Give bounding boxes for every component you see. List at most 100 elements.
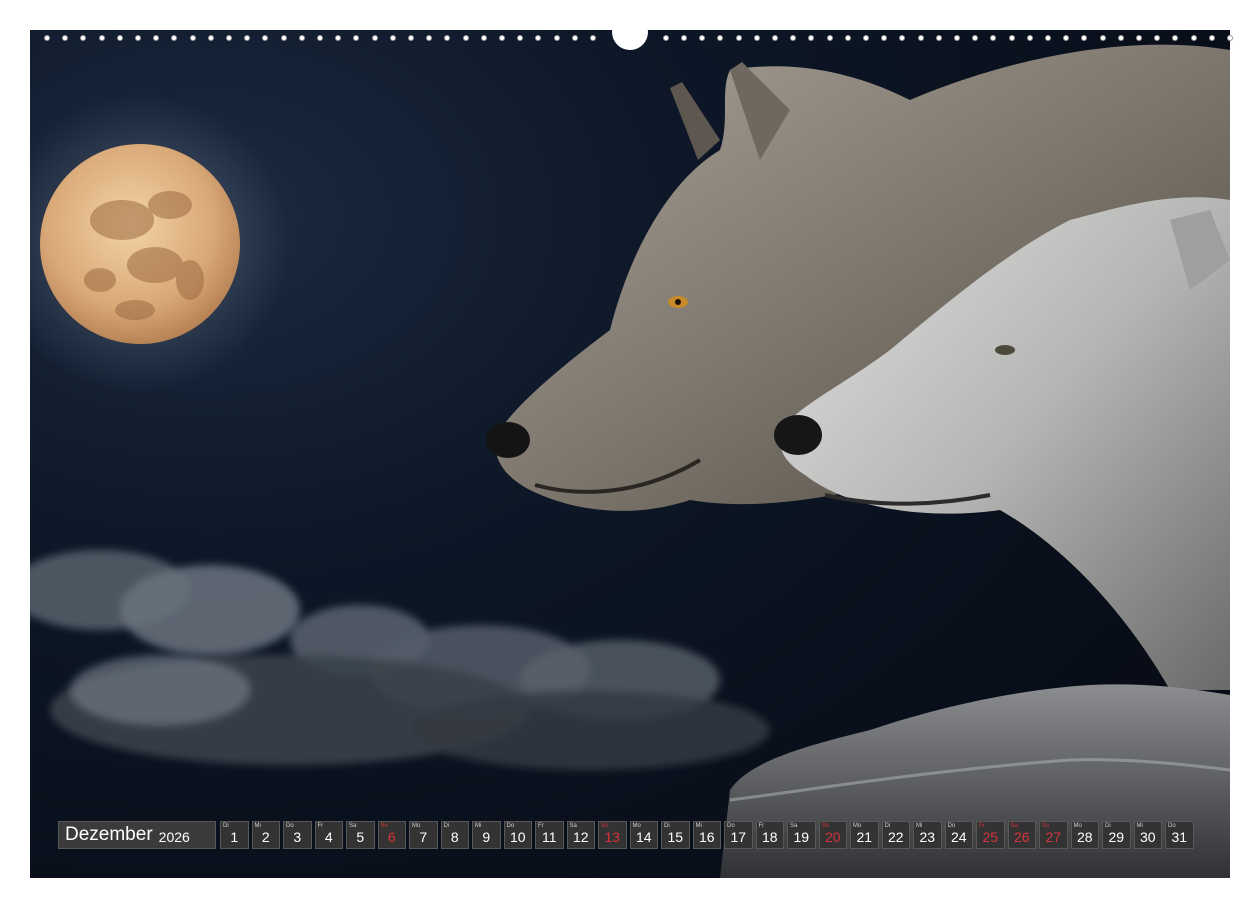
day-number: 10: [509, 829, 526, 845]
day-number: 26: [1013, 829, 1030, 845]
day-cell: So 6: [377, 821, 406, 849]
binding-hole: [1008, 35, 1015, 41]
day-number: 12: [572, 829, 589, 845]
binding-hole: [662, 35, 669, 41]
binding-hole: [62, 35, 69, 41]
day-cell: Mo 7: [409, 821, 438, 849]
binding-hole: [171, 35, 178, 41]
day-cell: Mi 2: [251, 821, 280, 849]
binding-hole: [535, 35, 542, 41]
binding-hole: [1190, 35, 1197, 41]
day-cell: Di 1: [220, 821, 249, 849]
binding-hole: [499, 35, 505, 41]
day-number: 30: [1139, 829, 1156, 845]
day-cell: Fr 4: [314, 821, 343, 849]
day-number: 17: [730, 829, 747, 845]
binding-hole: [426, 35, 433, 41]
binding-hole: [699, 35, 706, 41]
binding-hole: [444, 35, 451, 41]
day-cell: Mo 28: [1070, 821, 1099, 849]
binding-hole: [1099, 35, 1106, 41]
day-cell: Di 8: [440, 821, 469, 849]
binding-hole: [353, 35, 360, 41]
day-number: 27: [1045, 829, 1062, 845]
binding-hole: [1227, 35, 1233, 41]
day-cell: Fr 25: [976, 821, 1005, 849]
binding-hole: [244, 35, 251, 41]
binding-hole: [207, 35, 214, 41]
binding-hole: [116, 35, 123, 41]
day-cell: Mi 23: [913, 821, 942, 849]
day-cell: Sa 5: [346, 821, 375, 849]
day-cell: Di 15: [661, 821, 690, 849]
binding-hole: [571, 35, 578, 41]
day-number: 24: [950, 829, 967, 845]
binding-hole: [735, 35, 742, 41]
binding-hole: [1172, 35, 1179, 41]
day-cell: So 20: [818, 821, 847, 849]
day-cell: Fr 18: [755, 821, 784, 849]
day-cell: So 27: [1039, 821, 1068, 849]
day-cell: Mi 30: [1133, 821, 1162, 849]
binding-hole: [1154, 35, 1161, 41]
binding-hole: [226, 35, 232, 41]
day-cell: Di 29: [1102, 821, 1131, 849]
binding-hole: [98, 35, 105, 41]
day-number: 22: [887, 829, 904, 845]
day-number: 9: [482, 829, 491, 845]
binding-hole: [717, 35, 724, 41]
binding-hole: [408, 35, 414, 41]
day-number: 11: [541, 829, 557, 845]
day-cell: So 13: [598, 821, 627, 849]
day-number: 20: [824, 829, 841, 845]
wire-binding: [30, 14, 1233, 50]
binding-hole: [44, 35, 50, 41]
day-number: 31: [1171, 829, 1188, 845]
day-number: 3: [293, 829, 302, 845]
binding-hole: [335, 35, 342, 41]
day-number: 6: [387, 829, 396, 845]
binding-hole: [681, 35, 687, 41]
binding-hole: [954, 35, 960, 41]
binding-hole: [972, 35, 979, 41]
calendar-photo: [30, 30, 1230, 878]
binding-hole: [1026, 35, 1033, 41]
day-number: 1: [230, 829, 239, 845]
binding-hole: [189, 35, 196, 41]
day-number: 21: [856, 829, 873, 845]
day-number: 29: [1108, 829, 1125, 845]
binding-hole: [1136, 35, 1142, 41]
day-number: 2: [261, 829, 270, 845]
binding-hole: [135, 35, 141, 41]
day-cell: Mo 21: [850, 821, 879, 849]
day-number: 19: [793, 829, 810, 845]
day-cell: Do 10: [503, 821, 532, 849]
binding-hole: [317, 35, 323, 41]
day-number: 18: [761, 829, 778, 845]
wolves-moon-illustration: [30, 30, 1230, 878]
day-number: 5: [356, 829, 365, 845]
day-cell: Do 24: [944, 821, 973, 849]
binding-hole: [590, 35, 596, 41]
day-number: 25: [982, 829, 999, 845]
day-cell: Sa 19: [787, 821, 816, 849]
binding-hole: [517, 35, 524, 41]
day-number: 16: [698, 829, 715, 845]
day-number: 7: [419, 829, 428, 845]
binding-hole: [1081, 35, 1088, 41]
binding-hole: [990, 35, 997, 41]
binding-hole: [1063, 35, 1070, 41]
day-number: 8: [450, 829, 459, 845]
binding-hole: [826, 35, 833, 41]
binding-hole: [917, 35, 924, 41]
binding-hole: [553, 35, 560, 41]
day-number: 15: [667, 829, 684, 845]
day-cell: Mo 14: [629, 821, 658, 849]
binding-hole: [480, 35, 487, 41]
day-number: 28: [1076, 829, 1093, 845]
binding-hole: [1045, 35, 1051, 41]
day-number: 23: [919, 829, 936, 845]
binding-hole: [371, 35, 378, 41]
binding-hole: [80, 35, 87, 41]
day-cell: Do 31: [1165, 821, 1194, 849]
